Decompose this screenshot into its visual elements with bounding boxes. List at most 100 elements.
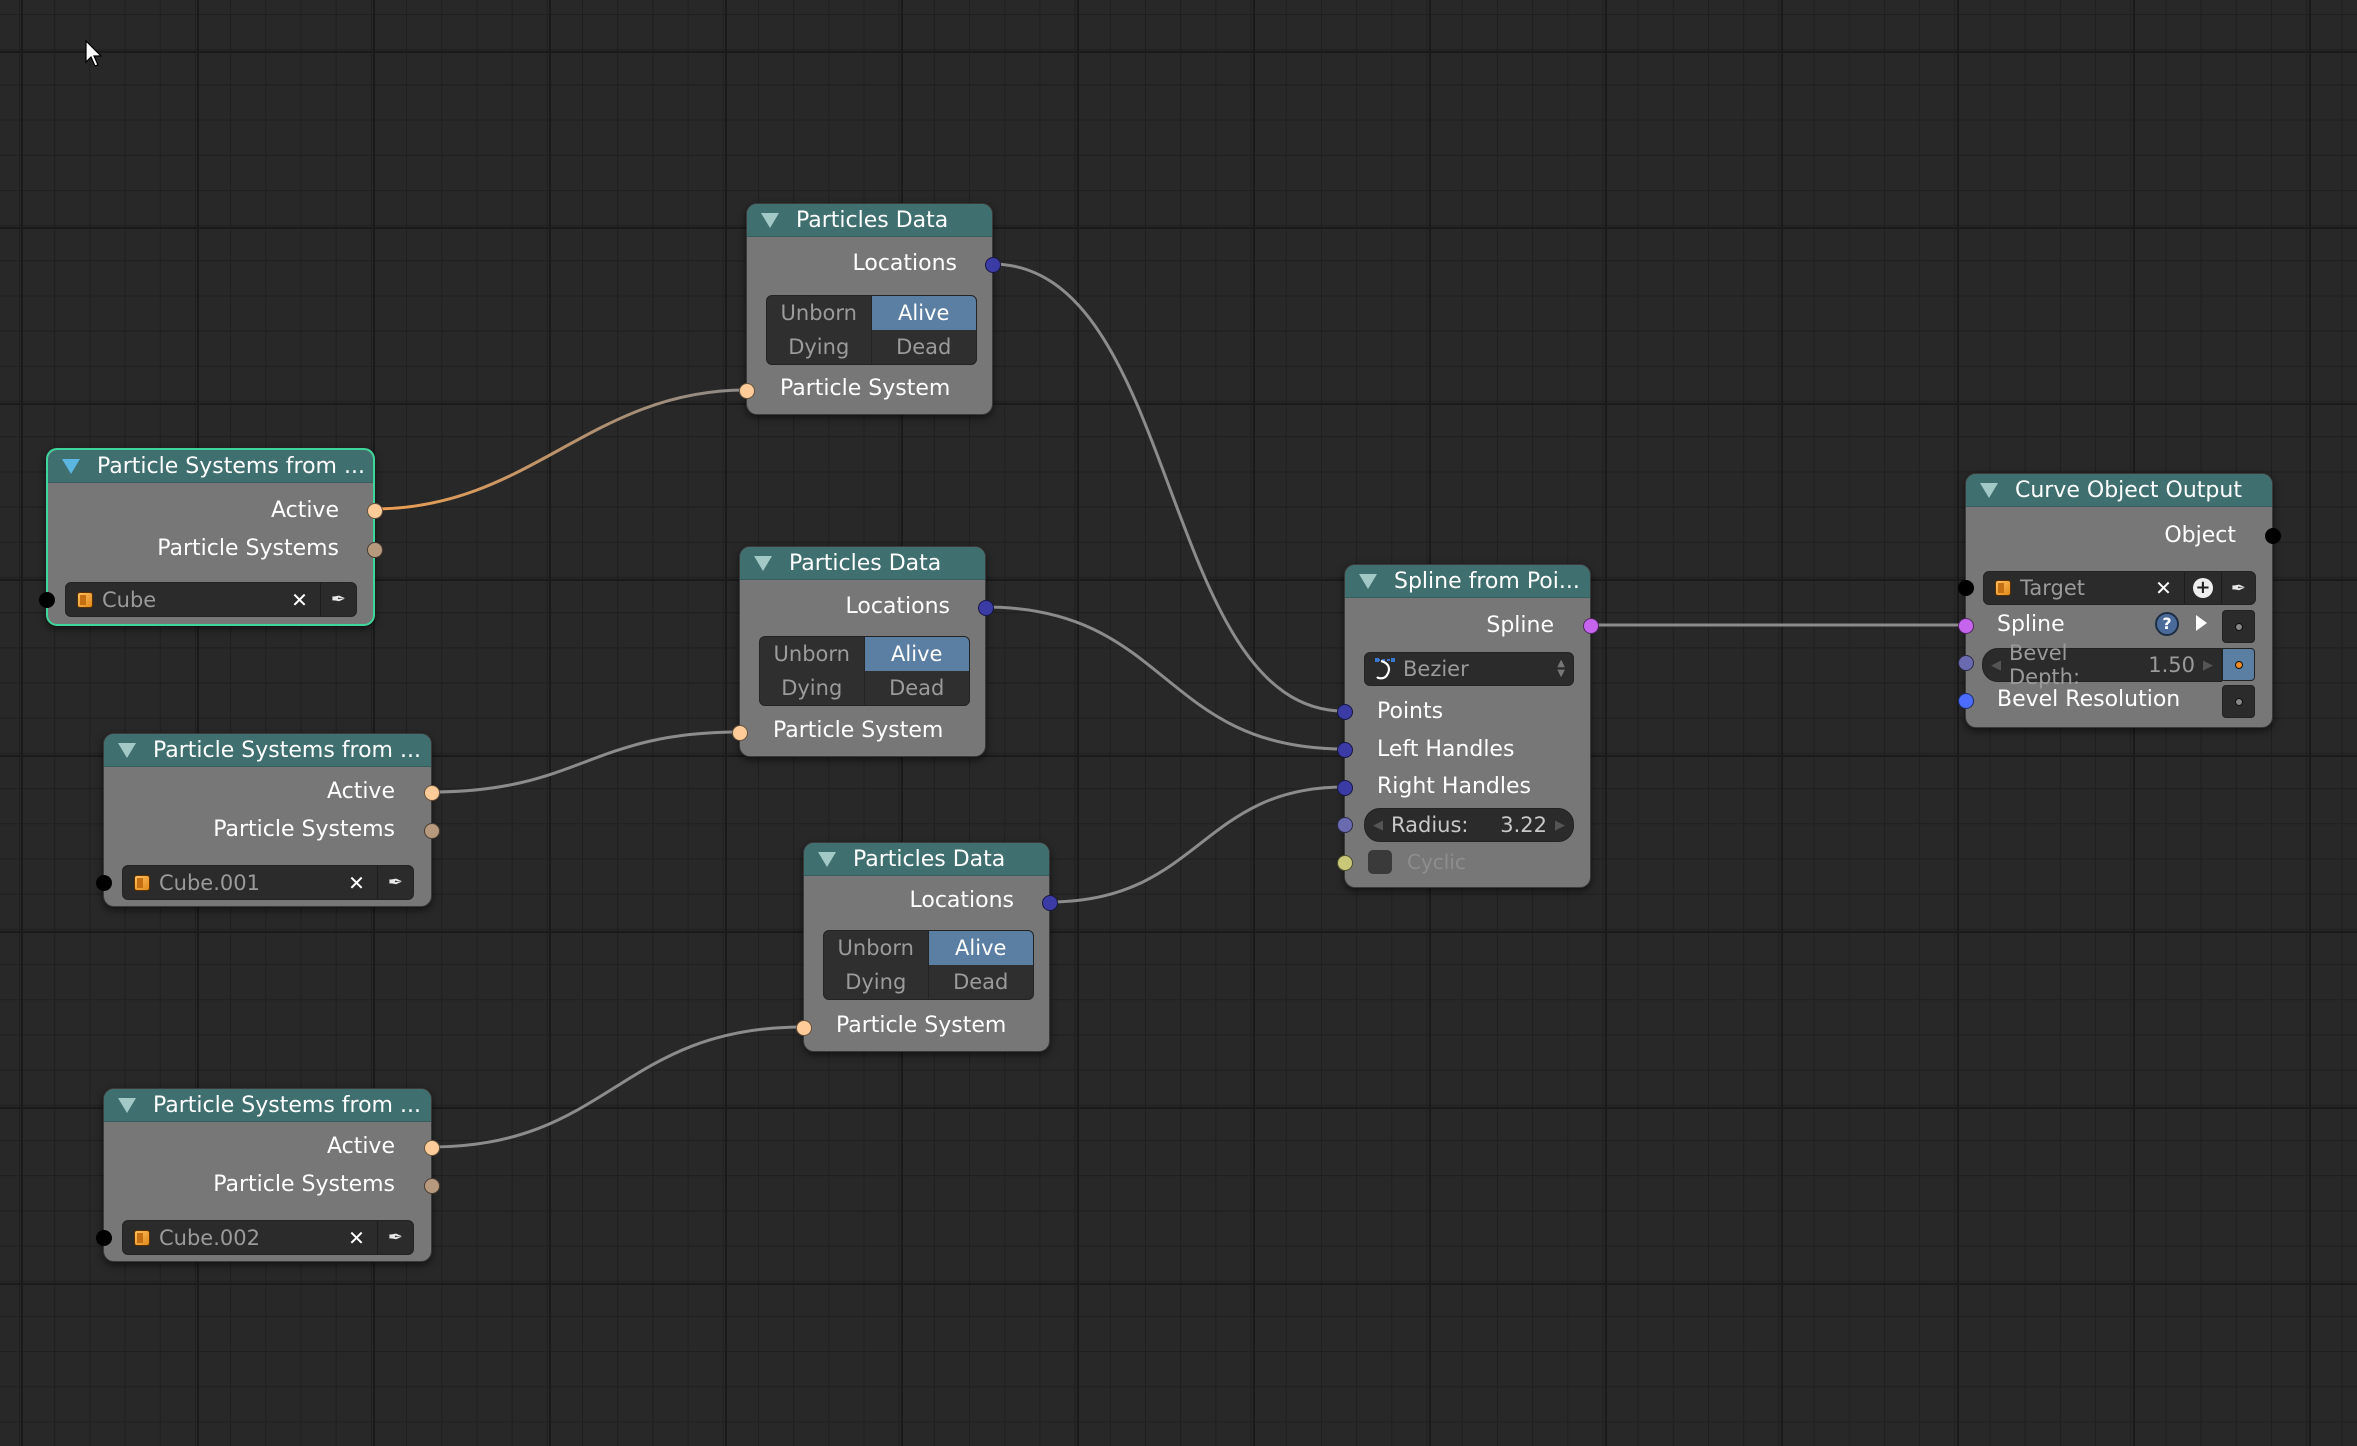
socket-particle-system-input[interactable] (796, 1020, 812, 1036)
plus-circle-icon[interactable]: + (2192, 578, 2213, 598)
node-header[interactable]: Particles Data (747, 204, 992, 237)
socket-right-handles-input[interactable] (1337, 780, 1353, 796)
bevel-depth-socket-toggle[interactable] (2222, 648, 2255, 681)
socket-cyclic-input[interactable] (1337, 855, 1353, 871)
node-header[interactable]: Spline from Poi... (1345, 565, 1590, 598)
socket-particle-systems-output[interactable] (424, 1178, 440, 1194)
output-label-particle-systems: Particle Systems (213, 817, 395, 842)
link-pd2-locations-to-left-handles[interactable] (984, 605, 1345, 751)
socket-spline-output[interactable] (1583, 618, 1599, 634)
output-label-locations: Locations (845, 594, 950, 619)
node-header[interactable]: Particle Systems from ... (48, 450, 373, 483)
x-icon[interactable]: ✕ (348, 871, 365, 895)
question-icon[interactable]: ? (2155, 612, 2179, 636)
x-icon[interactable]: ✕ (2155, 576, 2172, 600)
node-particle-systems-from-object-3[interactable]: Particle Systems from ... Active Particl… (96, 1088, 440, 1262)
toggle-unborn[interactable]: Unborn (767, 296, 872, 330)
eyedropper-icon[interactable]: ✒ (331, 589, 346, 610)
socket-bevel-depth-input[interactable] (1958, 655, 1974, 671)
collapse-triangle-icon[interactable] (761, 213, 779, 228)
socket-active-output[interactable] (367, 503, 383, 519)
node-header[interactable]: Particle Systems from ... (104, 734, 431, 767)
toggle-unborn[interactable]: Unborn (824, 931, 929, 965)
eyedropper-icon[interactable]: ✒ (2231, 578, 2246, 599)
node-header[interactable]: Particle Systems from ... (104, 1089, 431, 1122)
node-particles-data-1[interactable]: Particles Data Locations Unborn Alive Dy… (739, 203, 1001, 415)
socket-particle-system-input[interactable] (739, 383, 755, 399)
link-ps2-active-to-pd2[interactable] (430, 730, 740, 794)
socket-points-input[interactable] (1337, 704, 1353, 720)
decrement-arrow-icon[interactable]: ◀ (1373, 818, 1383, 833)
toggle-alive[interactable]: Alive (871, 296, 976, 330)
x-icon[interactable]: ✕ (348, 1226, 365, 1250)
object-field[interactable]: Cube ✕ ✒ (65, 582, 357, 617)
socket-object-input[interactable] (96, 1230, 112, 1246)
node-header[interactable]: Particles Data (804, 843, 1049, 876)
toggle-alive[interactable]: Alive (864, 637, 969, 671)
node-spline-from-points[interactable]: Spline from Poi... Spline Bezier ▲ ▼ Poin… (1337, 564, 1599, 888)
node-curve-object-output[interactable]: Curve Object Output Object Target ✕ + ✒ … (1958, 473, 2281, 728)
socket-target-input[interactable] (1958, 580, 1974, 596)
collapse-triangle-icon[interactable] (818, 852, 836, 867)
toggle-dead[interactable]: Dead (872, 330, 977, 364)
socket-object-output[interactable] (2265, 528, 2281, 544)
object-field[interactable]: Cube.001 ✕ ✒ (122, 865, 414, 900)
target-object-field[interactable]: Target ✕ + ✒ (1983, 571, 2256, 605)
increment-arrow-icon[interactable]: ▶ (2203, 658, 2213, 673)
toggle-dying[interactable]: Dying (760, 671, 865, 705)
bevel-depth-field[interactable]: ◀ Bevel Depth: 1.50 ▶ (1982, 641, 2222, 689)
node-particles-data-3[interactable]: Particles Data Locations Unborn Alive Dy… (796, 842, 1058, 1052)
link-pd3-locations-to-right-handles[interactable] (1048, 785, 1345, 904)
spline-socket-toggle[interactable] (2222, 610, 2255, 643)
node-particles-data-2[interactable]: Particles Data Locations Unborn Alive Dy… (732, 546, 994, 757)
x-icon[interactable]: ✕ (291, 588, 308, 612)
node-header[interactable]: Particles Data (740, 547, 985, 580)
toggle-dying[interactable]: Dying (767, 330, 872, 364)
object-field[interactable]: Cube.002 ✕ ✒ (122, 1220, 414, 1255)
socket-particle-systems-output[interactable] (424, 823, 440, 839)
socket-bevel-resolution-input[interactable] (1958, 693, 1974, 709)
toggle-alive[interactable]: Alive (928, 931, 1033, 965)
toggle-unborn[interactable]: Unborn (760, 637, 865, 671)
toggle-dead[interactable]: Dead (929, 965, 1034, 999)
socket-active-output[interactable] (424, 785, 440, 801)
cyclic-checkbox[interactable] (1368, 850, 1392, 874)
increment-arrow-icon[interactable]: ▶ (1555, 818, 1565, 833)
toggle-dead[interactable]: Dead (865, 671, 970, 705)
node-header[interactable]: Curve Object Output (1966, 474, 2272, 507)
eyedropper-icon[interactable]: ✒ (388, 1227, 403, 1248)
link-ps3-active-to-pd3[interactable] (430, 1025, 804, 1149)
toggle-dying[interactable]: Dying (824, 965, 929, 999)
node-particle-systems-from-object-1[interactable]: Particle Systems from ... Active Particl… (39, 448, 383, 626)
radius-field[interactable]: ◀ Radius: 3.22 ▶ (1364, 808, 1574, 842)
socket-spline-input[interactable] (1958, 618, 1974, 634)
collapse-triangle-icon[interactable] (754, 556, 772, 571)
input-label-particle-system: Particle System (773, 718, 944, 743)
socket-left-handles-input[interactable] (1337, 742, 1353, 758)
field-separator (2220, 572, 2222, 604)
link-pd1-locations-to-points[interactable] (991, 262, 1345, 713)
collapse-triangle-icon[interactable] (118, 1098, 136, 1113)
collapse-triangle-icon[interactable] (1359, 574, 1377, 589)
socket-object-input[interactable] (96, 875, 112, 891)
input-label-particle-system: Particle System (836, 1013, 1007, 1038)
node-particle-systems-from-object-2[interactable]: Particle Systems from ... Active Particl… (96, 733, 440, 907)
node-title: Spline from Poi... (1394, 569, 1580, 594)
collapse-triangle-icon[interactable] (62, 459, 80, 474)
bevel-resolution-socket-toggle[interactable] (2222, 685, 2255, 718)
collapse-triangle-icon[interactable] (1980, 483, 1998, 498)
decrement-arrow-icon[interactable]: ◀ (1991, 658, 2001, 673)
spline-type-dropdown[interactable]: Bezier ▲ ▼ (1364, 652, 1574, 686)
socket-active-output[interactable] (424, 1140, 440, 1156)
socket-particle-systems-output[interactable] (367, 542, 383, 558)
socket-locations-output[interactable] (985, 257, 1001, 273)
socket-locations-output[interactable] (978, 600, 994, 616)
eyedropper-icon[interactable]: ✒ (388, 872, 403, 893)
socket-locations-output[interactable] (1042, 895, 1058, 911)
socket-radius-input[interactable] (1337, 817, 1353, 833)
link-ps1-active-to-pd1[interactable] (373, 388, 747, 511)
play-triangle-icon[interactable] (2196, 615, 2207, 631)
collapse-triangle-icon[interactable] (118, 743, 136, 758)
socket-object-input[interactable] (39, 592, 55, 608)
socket-particle-system-input[interactable] (732, 725, 748, 741)
